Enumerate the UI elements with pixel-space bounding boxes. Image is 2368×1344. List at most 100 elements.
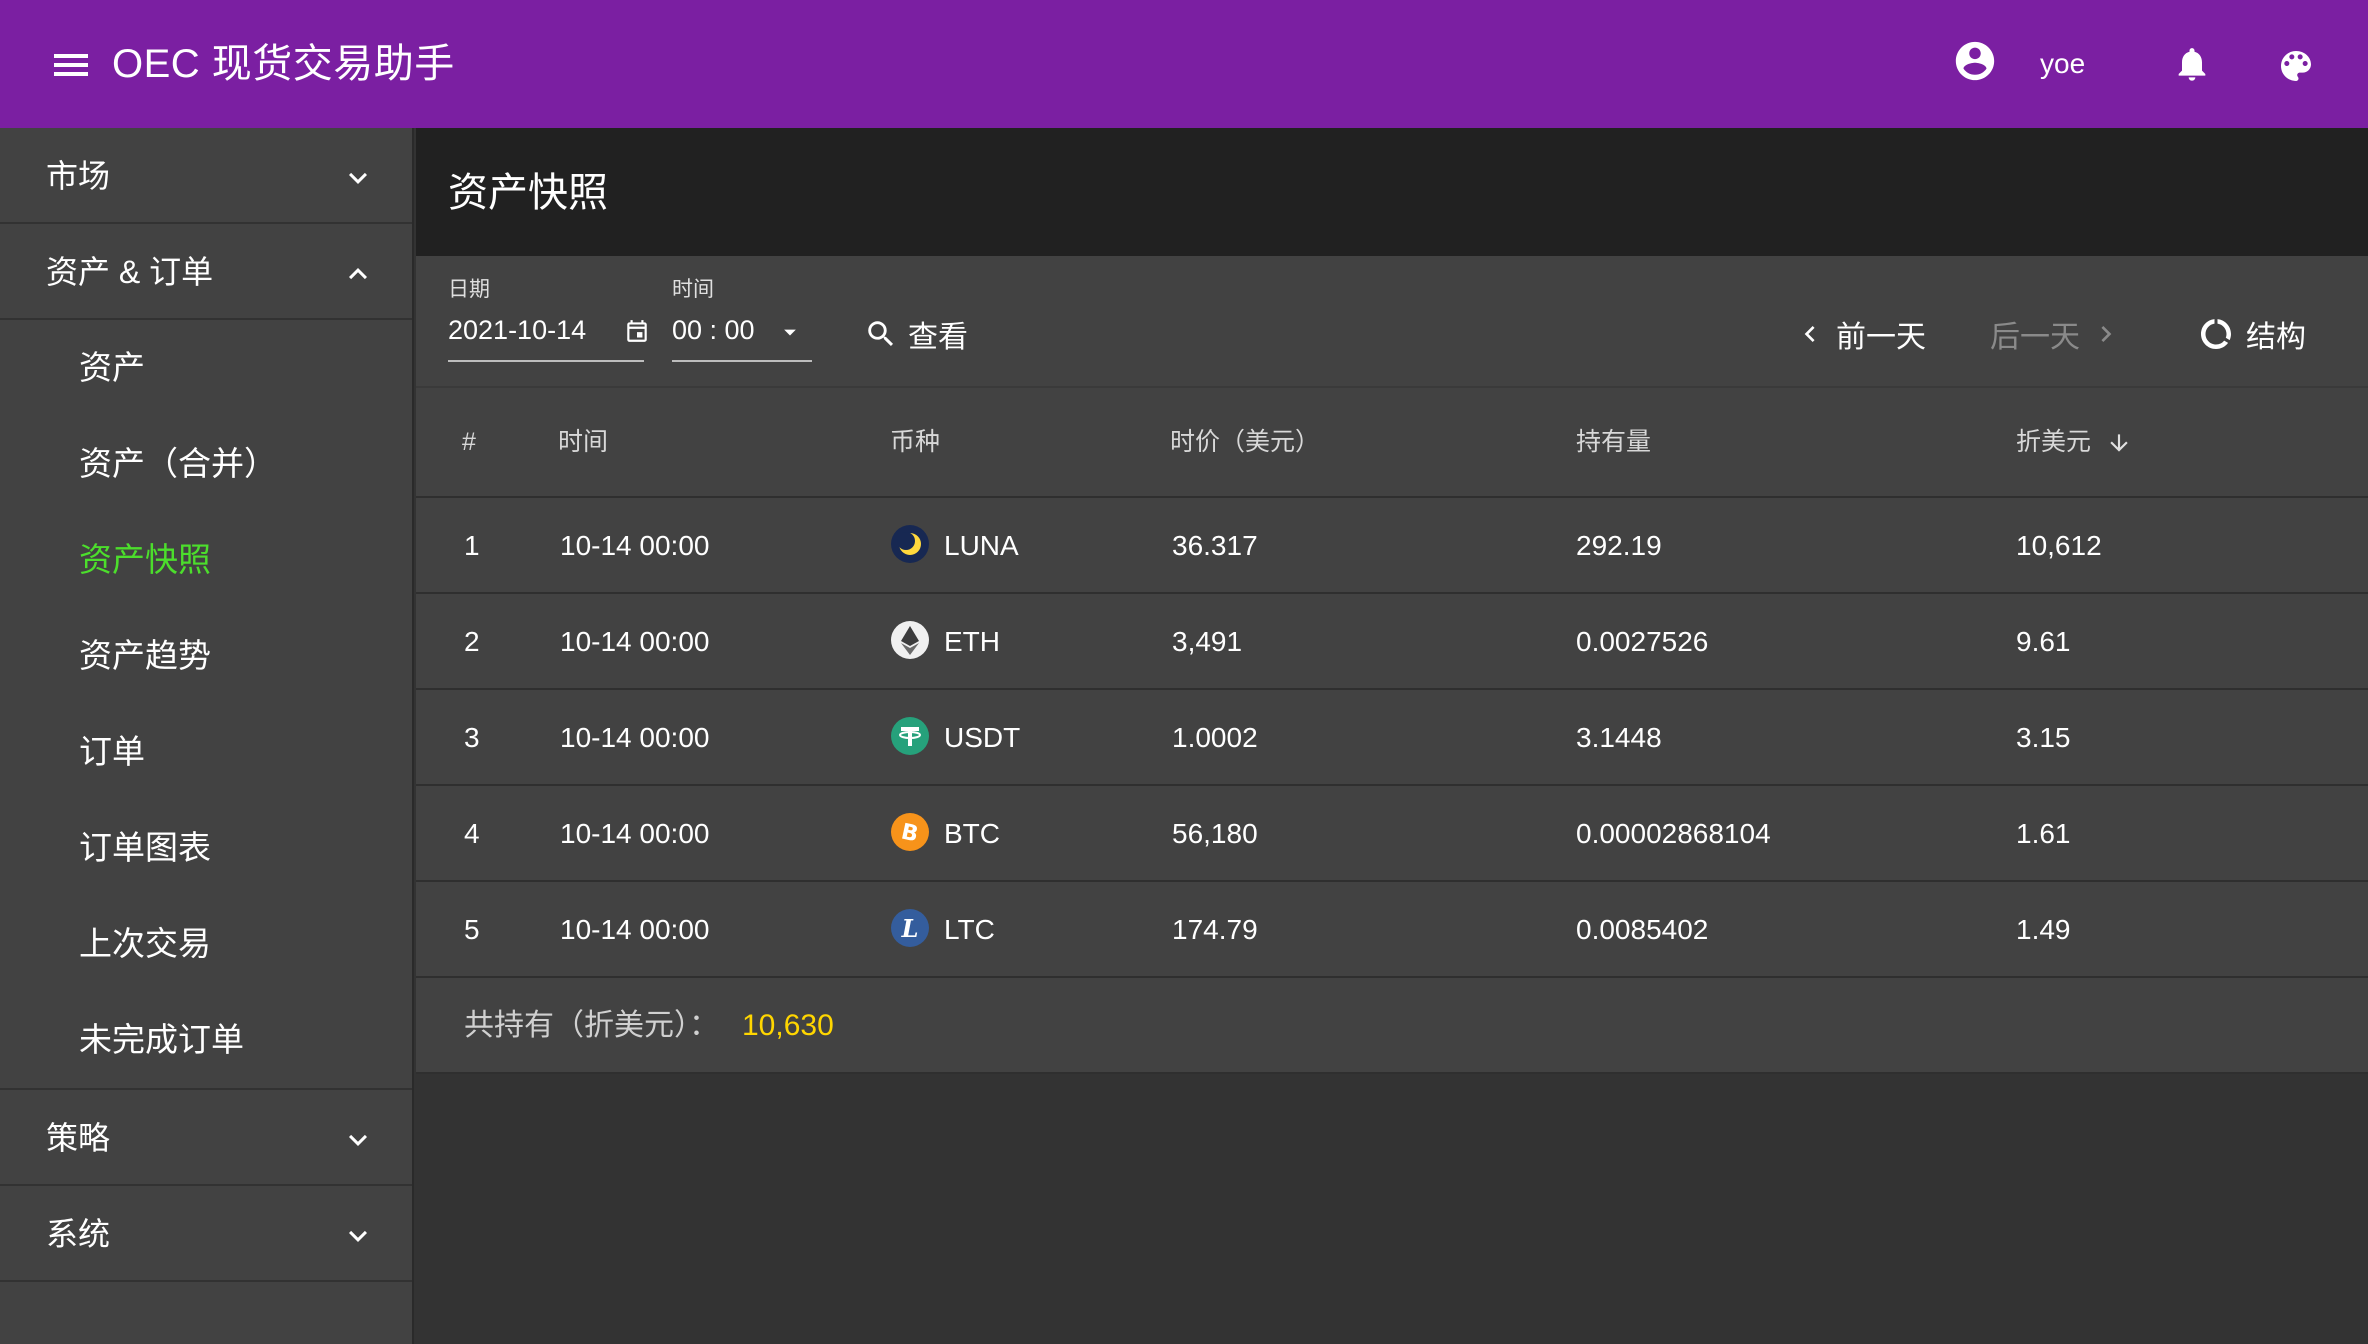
col-price-header[interactable]: 时价（美元） [1170, 426, 1320, 458]
page-title: 资产快照 [448, 171, 608, 215]
calendar-icon[interactable] [624, 318, 650, 344]
col-coin-header[interactable]: 币种 [890, 426, 940, 458]
sidebar-item-label: 资产 [79, 349, 145, 386]
account-circle-icon[interactable] [1952, 38, 1998, 84]
sidebar: 市场 资产 & 订单 资产 资产（合并） 资产快照 资产趋势 订单 订单图表 上… [0, 128, 414, 1344]
sidebar-item-order-chart[interactable]: 订单图表 [0, 800, 412, 896]
sidebar-group-label: 资产 & 订单 [46, 254, 214, 290]
dropdown-arrow-icon[interactable] [776, 318, 804, 346]
chevron-right-icon [2101, 326, 2112, 342]
prev-day-button[interactable]: 前一天 [1794, 306, 1926, 362]
cell-usd: 1.61 [2016, 818, 2071, 849]
sidebar-group-label: 系统 [46, 1216, 111, 1252]
bell-icon[interactable] [2172, 42, 2212, 86]
sidebar-item-assets-merged[interactable]: 资产（合并） [0, 416, 412, 512]
cell-coin: LTC [944, 914, 995, 945]
donut-chart-icon [2201, 319, 2231, 349]
cell-price: 3,491 [1172, 626, 1243, 657]
sidebar-item-asset-snapshot[interactable]: 资产快照 [0, 512, 412, 608]
total-row: 共持有（折美元）： 10,630 [416, 978, 2368, 1074]
cell-index: 1 [464, 530, 480, 561]
col-usd-header[interactable]: 折美元 [2016, 426, 2132, 458]
date-underline [448, 360, 644, 362]
chevron-down-icon [349, 172, 367, 184]
sidebar-item-label: 未完成订单 [79, 1021, 244, 1058]
next-day-label: 后一天 [1990, 321, 2080, 354]
col-time-header[interactable]: 时间 [558, 426, 608, 458]
sidebar-group-system[interactable]: 系统 [0, 1186, 412, 1282]
app-title: OEC 现货交易助手 [112, 42, 455, 86]
user-name[interactable]: yoe [2040, 46, 2085, 82]
time-label: 时间 [672, 278, 714, 301]
structure-label: 结构 [2246, 321, 2306, 354]
cell-index: 3 [464, 722, 480, 753]
sidebar-group-strategy[interactable]: 策略 [0, 1090, 412, 1186]
cell-price: 1.0002 [1172, 722, 1258, 753]
eth-icon [891, 621, 929, 659]
sidebar-group-market[interactable]: 市场 [0, 128, 412, 224]
date-field[interactable]: 日期 2021-10-14 [448, 276, 647, 362]
sidebar-item-orders[interactable]: 订单 [0, 704, 412, 800]
cell-index: 4 [464, 818, 480, 849]
total-value: 10,630 [742, 1009, 834, 1042]
palette-icon[interactable] [2276, 46, 2316, 86]
date-value[interactable]: 2021-10-14 [448, 312, 586, 348]
col-index-header[interactable]: # [462, 426, 476, 458]
usdt-icon [891, 717, 929, 755]
menu-icon[interactable] [46, 40, 96, 90]
structure-button[interactable]: 结构 [2198, 306, 2306, 362]
arrow-down-icon [2110, 434, 2128, 452]
cell-time: 10-14 00:00 [560, 626, 710, 657]
cell-usd: 9.61 [2016, 626, 2071, 657]
sidebar-item-last-trade[interactable]: 上次交易 [0, 896, 412, 992]
cell-price: 174.79 [1172, 914, 1258, 945]
total-label: 共持有（折美元）： [464, 1009, 719, 1042]
cell-amount: 3.1448 [1576, 722, 1662, 753]
table-row[interactable]: 5 10-14 00:00 L LTC 174.79 0.0085402 1.4… [416, 882, 2368, 978]
snapshot-card: 资产快照 日期 2021-10-14 时间 00 : 00 查看 前一天 后一天… [416, 128, 2368, 1074]
cell-price: 36.317 [1172, 530, 1258, 561]
view-button-label: 查看 [908, 321, 968, 354]
sidebar-group-label: 策略 [46, 1120, 111, 1156]
cell-amount: 0.0085402 [1576, 914, 1709, 945]
sidebar-item-label: 资产趋势 [79, 637, 211, 674]
prev-day-label: 前一天 [1836, 321, 1926, 354]
table-row[interactable]: 1 10-14 00:00 LUNA 36.317 292.19 10,612 [416, 498, 2368, 594]
sidebar-item-label: 订单图表 [79, 829, 211, 866]
sidebar-item-open-orders[interactable]: 未完成订单 [0, 992, 412, 1088]
chevron-down-icon [349, 1230, 367, 1242]
sidebar-item-label: 资产快照 [79, 541, 211, 578]
card-header: 资产快照 [416, 128, 2368, 256]
snapshot-table: # 时间 币种 时价（美元） 持有量 折美元 1 10-14 00:00 LUN… [416, 386, 2368, 1074]
view-button[interactable]: 查看 [864, 306, 968, 362]
table-row[interactable]: 2 10-14 00:00 ETH 3,491 0.0027526 9.61 [416, 594, 2368, 690]
chevron-left-icon [1804, 326, 1815, 342]
sidebar-sublist: 资产 资产（合并） 资产快照 资产趋势 订单 订单图表 上次交易 未完成订单 [0, 320, 412, 1090]
cell-time: 10-14 00:00 [560, 722, 710, 753]
col-amount-header[interactable]: 持有量 [1576, 426, 1651, 458]
table-row[interactable]: 3 10-14 00:00 USDT 1.0002 3.1448 3.15 [416, 690, 2368, 786]
cell-amount: 0.0027526 [1576, 626, 1709, 657]
sidebar-item-asset-trend[interactable]: 资产趋势 [0, 608, 412, 704]
chevron-up-icon [349, 268, 367, 280]
chevron-down-icon [349, 1134, 367, 1146]
app-bar: OEC 现货交易助手 yoe [0, 0, 2368, 128]
filter-toolbar: 日期 2021-10-14 时间 00 : 00 查看 前一天 后一天 结构 [416, 256, 2368, 384]
table-row[interactable]: 4 10-14 00:00 B BTC 56,180 0.00002868104… [416, 786, 2368, 882]
luna-icon [891, 525, 929, 563]
sidebar-item-label: 上次交易 [79, 925, 211, 962]
cell-time: 10-14 00:00 [560, 914, 710, 945]
time-select[interactable]: 时间 00 : 00 [672, 276, 812, 362]
time-value[interactable]: 00 : 00 [672, 312, 755, 348]
next-day-button[interactable]: 后一天 [1990, 306, 2122, 362]
cell-amount: 292.19 [1576, 530, 1662, 561]
sidebar-item-assets[interactable]: 资产 [0, 320, 412, 416]
svg-text:L: L [901, 914, 919, 943]
table-header: # 时间 币种 时价（美元） 持有量 折美元 [416, 386, 2368, 498]
cell-usd: 10,612 [2016, 530, 2102, 561]
cell-amount: 0.00002868104 [1576, 818, 1771, 849]
cell-coin: LUNA [944, 530, 1019, 561]
cell-usd: 3.15 [2016, 722, 2071, 753]
sidebar-group-assets-orders[interactable]: 资产 & 订单 [0, 224, 412, 320]
cell-time: 10-14 00:00 [560, 530, 710, 561]
